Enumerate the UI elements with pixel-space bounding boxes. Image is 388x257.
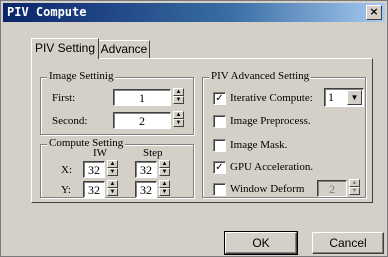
first-spinner[interactable]: ▲ ▼ [173,88,184,104]
step-y-spinner[interactable]: ▲ ▼ [159,180,170,196]
second-spinner[interactable]: ▲ ▼ [173,111,184,127]
iterative-checkbox[interactable]: ✓ [213,92,226,105]
gpu-checkbox[interactable]: ✓ [213,161,226,174]
cancel-button[interactable]: Cancel [312,232,384,254]
image-mask-checkbox[interactable] [213,139,226,152]
up-arrow-icon: ▲ [107,180,118,188]
tab-label: PIV Setting [34,41,96,55]
close-button[interactable]: × [366,5,382,20]
dropdown-arrow-icon[interactable]: ▼ [347,90,362,105]
first-label: First: [52,92,76,104]
ok-button[interactable]: OK [224,231,298,255]
iw-header: IW [93,147,108,159]
title-bar[interactable]: PIV Compute × [3,3,385,22]
compute-setting-group: Compute Setting IW Step X: 32 ▲ ▼ 32 ▲ ▼ Y… [40,137,194,198]
up-arrow-icon: ▲ [159,160,170,168]
tab-advance[interactable]: Advance [98,40,150,59]
down-arrow-icon: ▼ [173,96,184,104]
step-x-field[interactable]: 32 [135,161,157,178]
iw-y-field[interactable]: 32 [83,181,105,198]
window-deform-spinner[interactable]: ▲ ▼ [349,179,360,195]
up-arrow-icon: ▲ [159,180,170,188]
step-y-field[interactable]: 32 [135,181,157,198]
advanced-setting-group: PIV Advanced Setting ✓ Iterative Compute… [202,70,366,198]
iw-x-field[interactable]: 32 [83,161,105,178]
step-header: Step [143,147,163,159]
iw-x-spinner[interactable]: ▲ ▼ [107,160,118,176]
up-arrow-icon: ▲ [173,111,184,119]
down-arrow-icon: ▼ [107,188,118,196]
close-icon: × [369,5,379,18]
up-arrow-icon: ▲ [107,160,118,168]
dialog-window: PIV Compute × PIV Setting Advance Image … [0,0,388,257]
down-arrow-icon: ▼ [107,168,118,176]
iw-y-spinner[interactable]: ▲ ▼ [107,180,118,196]
tab-panel: Image Settinig First: 1 ▲ ▼ Second: 2 ▲ ▼ … [31,58,373,203]
first-image-field[interactable]: 1 [113,89,171,106]
check-icon: ✓ [215,162,224,173]
y-label: Y: [61,184,71,196]
preprocess-label: Image Preprocess. [230,115,311,127]
group-title: Image Settinig [47,70,116,82]
image-setting-group: Image Settinig First: 1 ▲ ▼ Second: 2 ▲ ▼ [40,70,194,135]
preprocess-checkbox[interactable] [213,115,226,128]
window-deform-label: Window Deform [230,183,305,195]
check-icon: ✓ [215,93,224,104]
iterative-label: Iterative Compute: [230,92,313,104]
tab-piv-setting[interactable]: PIV Setting [31,38,99,59]
image-mask-label: Image Mask. [230,139,288,151]
down-arrow-icon: ▼ [349,187,360,195]
second-image-field[interactable]: 2 [113,112,171,129]
window-deform-field[interactable]: 2 [317,180,347,197]
down-arrow-icon: ▼ [159,168,170,176]
group-title: Compute Setting [47,137,126,149]
gpu-label: GPU Acceleration. [230,161,314,173]
tab-label: Advance [100,42,148,56]
group-title: PIV Advanced Setting [209,70,312,82]
x-label: X: [61,164,72,176]
down-arrow-icon: ▼ [173,119,184,127]
second-label: Second: [52,115,88,127]
down-arrow-icon: ▼ [159,188,170,196]
window-deform-checkbox[interactable] [213,183,226,196]
up-arrow-icon: ▲ [349,179,360,187]
iterative-select[interactable]: 1 ▼ [324,88,364,107]
window-title: PIV Compute [7,5,87,19]
up-arrow-icon: ▲ [173,88,184,96]
step-x-spinner[interactable]: ▲ ▼ [159,160,170,176]
